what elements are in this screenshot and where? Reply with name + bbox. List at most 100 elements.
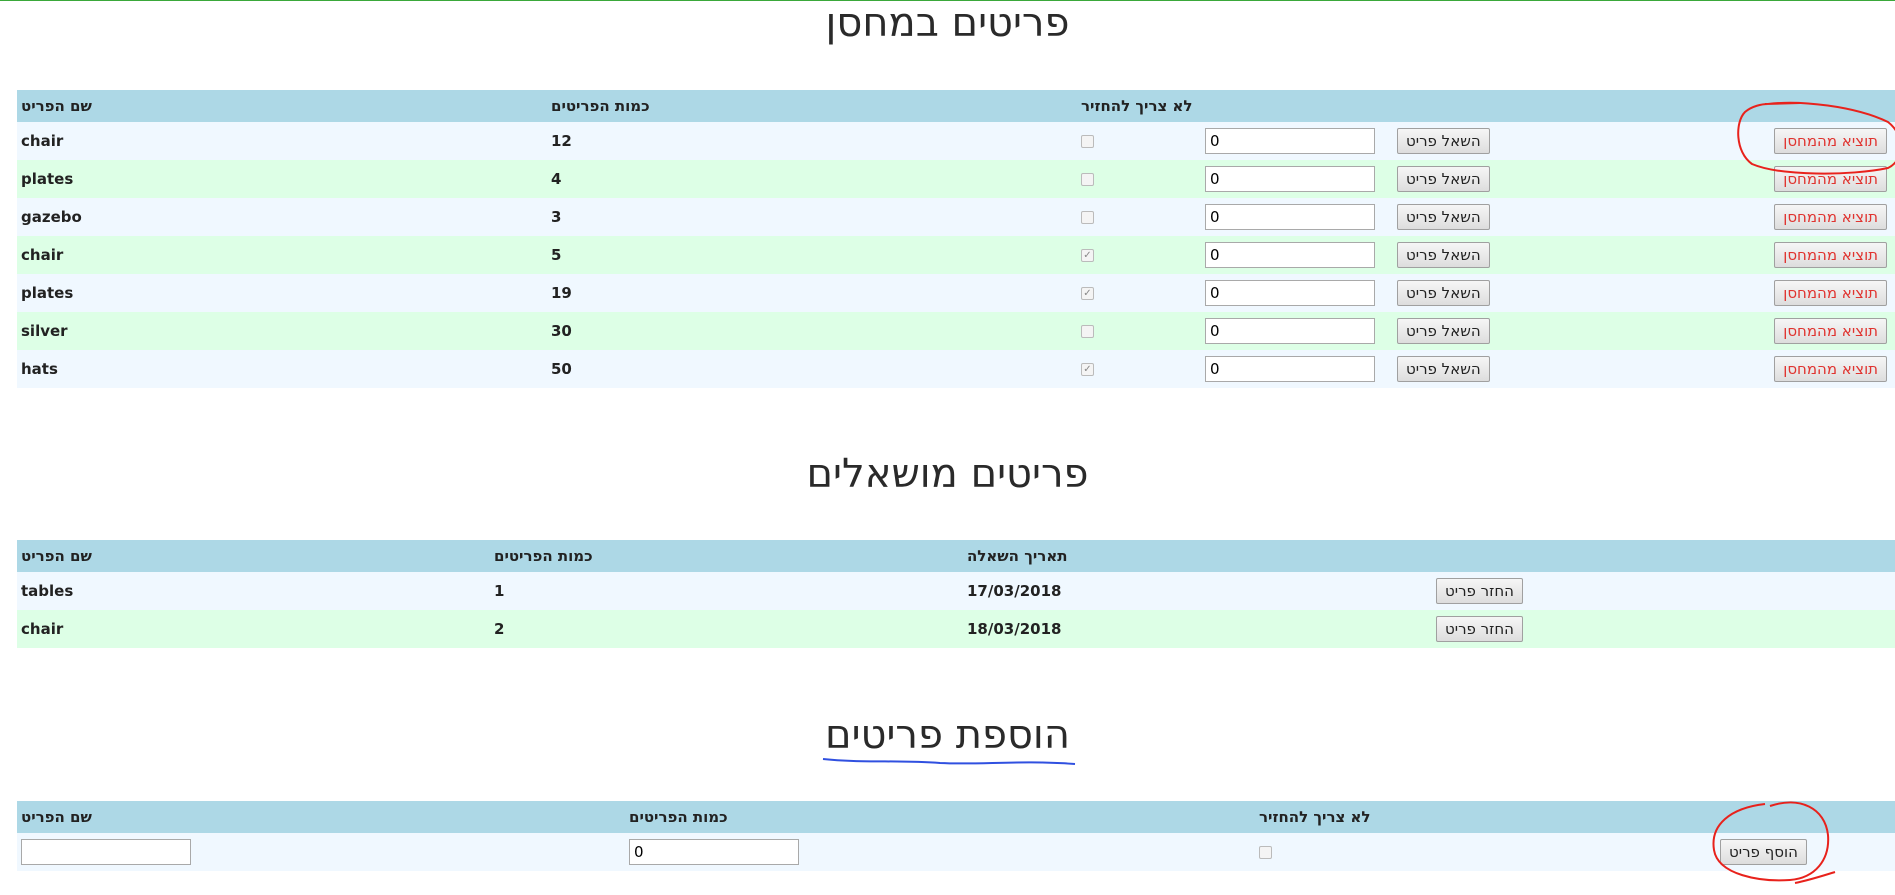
borrow-item-button[interactable]: השאל פריט <box>1397 318 1490 344</box>
header-no-return: לא צריך להחזיר <box>1077 90 1895 122</box>
header-borrowed-quantity: כמות הפריטים <box>490 540 963 572</box>
header-item-quantity: כמות הפריטים <box>547 90 1077 122</box>
remove-from-warehouse-button[interactable]: תוציא מהמחסן <box>1774 318 1888 344</box>
remove-from-warehouse-button[interactable]: תוציא מהמחסן <box>1774 242 1888 268</box>
warehouse-row: hats50 ✓ השאל פריט תוציא מהמחסן <box>17 350 1895 388</box>
item-name-cell: chair <box>17 236 547 274</box>
add-items-table: שם הפריט כמות הפריטים לא צריך להחזיר הוס… <box>17 801 1895 871</box>
borrow-qty-cell <box>1205 274 1395 312</box>
item-name-cell: gazebo <box>17 198 547 236</box>
actions-cell: השאל פריט תוציא מהמחסן <box>1395 236 1895 274</box>
warehouse-row: chair12 השאל פריט תוציא מהמחסן <box>17 122 1895 160</box>
borrow-quantity-input[interactable] <box>1205 166 1375 192</box>
header-borrowed-name: שם הפריט <box>17 540 490 572</box>
warehouse-row: plates19 ✓ השאל פריט תוציא מהמחסן <box>17 274 1895 312</box>
header-add-no-return: לא צריך להחזיר <box>1255 801 1895 833</box>
actions-cell: השאל פריט תוציא מהמחסן <box>1395 312 1895 350</box>
borrow-item-button[interactable]: השאל פריט <box>1397 280 1490 306</box>
item-name-cell: hats <box>17 350 547 388</box>
borrowed-title: פריטים מושאלים <box>806 451 1089 497</box>
warehouse-title: פריטים במחסן <box>825 0 1070 46</box>
no-return-cell: ✓ <box>1077 350 1205 388</box>
item-name-cell: plates <box>17 160 547 198</box>
borrowed-table: שם הפריט כמות הפריטים תאריך השאלה tables… <box>17 540 1895 648</box>
borrowed-name-cell: tables <box>17 572 490 610</box>
return-cell: החזר פריט <box>1436 572 1895 610</box>
add-name-cell <box>17 833 625 871</box>
item-quantity-cell: 12 <box>547 122 1077 160</box>
add-item-button[interactable]: הוסף פריט <box>1720 839 1807 865</box>
no-return-cell: ✓ <box>1077 274 1205 312</box>
actions-cell: השאל פריט תוציא מהמחסן <box>1395 274 1895 312</box>
remove-from-warehouse-button[interactable]: תוציא מהמחסן <box>1774 280 1888 306</box>
actions-cell: השאל פריט תוציא מהמחסן <box>1395 350 1895 388</box>
borrow-qty-cell <box>1205 350 1395 388</box>
header-item-name: שם הפריט <box>17 90 547 122</box>
borrow-item-button[interactable]: השאל פריט <box>1397 128 1490 154</box>
warehouse-row: chair5 ✓ השאל פריט תוציא מהמחסן <box>17 236 1895 274</box>
no-return-checkbox[interactable]: ✓ <box>1081 363 1094 376</box>
no-return-checkbox[interactable] <box>1081 173 1094 186</box>
borrow-item-button[interactable]: השאל פריט <box>1397 356 1490 382</box>
no-return-cell <box>1077 312 1205 350</box>
return-item-button[interactable]: החזר פריט <box>1436 616 1523 642</box>
item-name-cell: silver <box>17 312 547 350</box>
borrow-date-cell: 17/03/2018 <box>963 572 1436 610</box>
borrow-qty-cell <box>1205 198 1395 236</box>
header-add-quantity: כמות הפריטים <box>625 801 1255 833</box>
borrow-item-button[interactable]: השאל פריט <box>1397 166 1490 192</box>
remove-from-warehouse-button[interactable]: תוציא מהמחסן <box>1774 204 1888 230</box>
borrowed-quantity-cell: 1 <box>490 572 963 610</box>
annotation-underline-add-title <box>822 758 1076 765</box>
add-no-return-cell <box>1255 833 1720 871</box>
add-header-row: שם הפריט כמות הפריטים לא צריך להחזיר <box>17 801 1895 833</box>
return-item-button[interactable]: החזר פריט <box>1436 578 1523 604</box>
borrow-quantity-input[interactable] <box>1205 242 1375 268</box>
new-item-quantity-input[interactable] <box>629 839 799 865</box>
no-return-checkbox[interactable] <box>1081 211 1094 224</box>
borrowed-row: tables 1 17/03/2018 החזר פריט <box>17 572 1895 610</box>
header-add-name: שם הפריט <box>17 801 625 833</box>
no-return-checkbox[interactable]: ✓ <box>1081 249 1094 262</box>
item-quantity-cell: 5 <box>547 236 1077 274</box>
borrow-qty-cell <box>1205 312 1395 350</box>
borrow-quantity-input[interactable] <box>1205 280 1375 306</box>
borrow-quantity-input[interactable] <box>1205 128 1375 154</box>
add-button-cell: הוסף פריט <box>1720 833 1895 871</box>
return-cell: החזר פריט <box>1436 610 1895 648</box>
item-quantity-cell: 50 <box>547 350 1077 388</box>
no-return-cell: ✓ <box>1077 236 1205 274</box>
no-return-checkbox[interactable]: ✓ <box>1081 287 1094 300</box>
page: פריטים במחסן שם הפריט כמות הפריטים לא צר… <box>0 0 1895 895</box>
no-return-checkbox[interactable] <box>1081 135 1094 148</box>
remove-from-warehouse-button[interactable]: תוציא מהמחסן <box>1774 128 1888 154</box>
actions-cell: השאל פריט תוציא מהמחסן <box>1395 160 1895 198</box>
item-name-cell: chair <box>17 122 547 160</box>
borrow-quantity-input[interactable] <box>1205 356 1375 382</box>
item-quantity-cell: 30 <box>547 312 1077 350</box>
item-quantity-cell: 3 <box>547 198 1077 236</box>
borrow-date-cell: 18/03/2018 <box>963 610 1436 648</box>
borrow-item-button[interactable]: השאל פריט <box>1397 204 1490 230</box>
borrowed-header-row: שם הפריט כמות הפריטים תאריך השאלה <box>17 540 1895 572</box>
item-quantity-cell: 4 <box>547 160 1077 198</box>
borrow-quantity-input[interactable] <box>1205 204 1375 230</box>
remove-from-warehouse-button[interactable]: תוציא מהמחסן <box>1774 356 1888 382</box>
borrowed-name-cell: chair <box>17 610 490 648</box>
borrow-qty-cell <box>1205 236 1395 274</box>
no-return-cell <box>1077 198 1205 236</box>
no-return-checkbox[interactable] <box>1081 325 1094 338</box>
borrow-item-button[interactable]: השאל פריט <box>1397 242 1490 268</box>
borrow-quantity-input[interactable] <box>1205 318 1375 344</box>
new-item-no-return-checkbox[interactable] <box>1259 846 1272 859</box>
item-quantity-cell: 19 <box>547 274 1077 312</box>
borrow-qty-cell <box>1205 160 1395 198</box>
remove-from-warehouse-button[interactable]: תוציא מהמחסן <box>1774 166 1888 192</box>
borrowed-quantity-cell: 2 <box>490 610 963 648</box>
new-item-name-input[interactable] <box>21 839 191 865</box>
no-return-cell <box>1077 122 1205 160</box>
borrowed-row: chair 2 18/03/2018 החזר פריט <box>17 610 1895 648</box>
no-return-cell <box>1077 160 1205 198</box>
warehouse-row: silver30 השאל פריט תוציא מהמחסן <box>17 312 1895 350</box>
add-item-row: הוסף פריט <box>17 833 1895 871</box>
